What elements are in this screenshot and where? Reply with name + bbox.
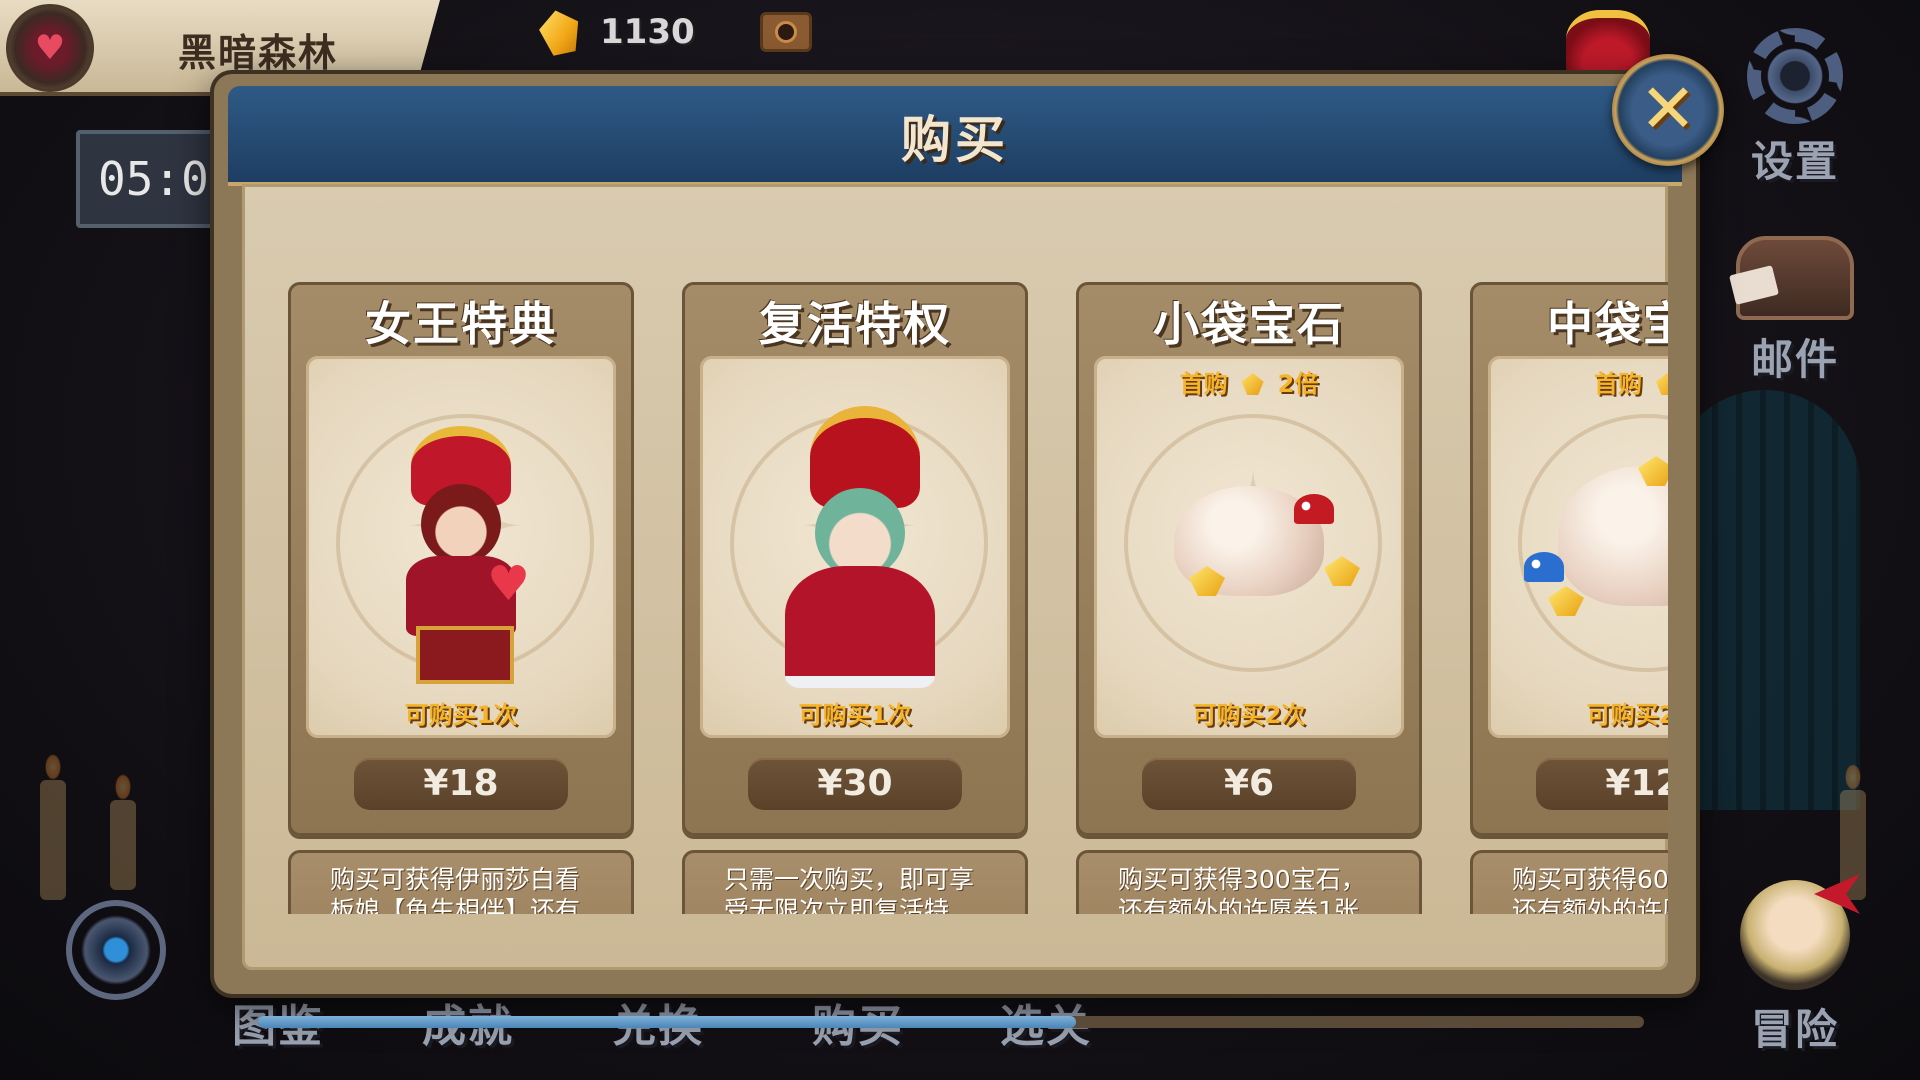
modal-title: 购买: [901, 111, 1009, 169]
card-description: 购买可获得伊丽莎白看板娘【鱼生相伴】还有额外的许愿券3张哦！: [288, 850, 634, 914]
queen-character-image: ♥: [396, 426, 530, 684]
hero-avatar: [1740, 880, 1850, 990]
adventure-label: 冒险: [1750, 1005, 1839, 1054]
location-name: 黑暗森林: [178, 31, 339, 75]
shop-modal: 购买 女王特典 ♥ 可购买1次 ¥18 购买可获得伊: [214, 74, 1696, 1028]
first-purchase-label: 首购: [1594, 370, 1642, 398]
horizontal-scrollbar[interactable]: [258, 1016, 1644, 1028]
gem-counter: 1130: [540, 10, 695, 54]
scrollbar-thumb[interactable]: [258, 1016, 1076, 1028]
mail-label: 邮件: [1750, 335, 1839, 384]
product-carousel[interactable]: 女王特典 ♥ 可购买1次 ¥18 购买可获得伊丽莎白看板娘【鱼生相伴】还有额外的…: [242, 184, 1668, 914]
buy-limit: 可购买2次: [1192, 701, 1306, 729]
card-frame: 复活特权 可购买1次 ¥30: [682, 282, 1028, 836]
price-button[interactable]: ¥6: [1142, 758, 1356, 810]
card-title: 小袋宝石: [1153, 297, 1345, 351]
settings-label: 设置: [1750, 137, 1839, 186]
first-purchase-label: 首购: [1179, 370, 1228, 398]
gear-icon: [1747, 28, 1843, 124]
heart-icon: ♥: [486, 556, 530, 612]
buy-limit: 可购买1次: [798, 701, 912, 729]
product-image: 首购 可购买2次: [1488, 356, 1668, 738]
first-purchase-badge: 首购 2倍: [1094, 364, 1404, 399]
background-candle: [110, 774, 136, 890]
mushroom-icon: [1294, 494, 1334, 524]
product-image: 可购买1次: [700, 356, 1010, 738]
mail-button[interactable]: 邮件: [1730, 236, 1860, 387]
mailbox-icon: [1736, 236, 1854, 320]
king-character-image: [785, 406, 935, 688]
first-purchase-bonus: 2倍: [1277, 370, 1319, 398]
card-frame: 中袋宝石 首购 可购买2次 ¥12: [1470, 282, 1668, 836]
product-image: ♥ 可购买1次: [306, 356, 616, 738]
card-description: 购买可获得600宝石，还有额外的许愿券2张哦！: [1470, 850, 1668, 914]
product-image: 首购 2倍 可购买2次: [1094, 356, 1404, 738]
timer: 05:00: [76, 130, 236, 228]
heart-emblem-icon: ♥: [6, 4, 94, 92]
price-button[interactable]: ¥30: [748, 758, 962, 810]
card-frame: 女王特典 ♥ 可购买1次 ¥18: [288, 282, 634, 836]
first-purchase-badge: 首购: [1488, 364, 1668, 399]
card-title: 中袋宝石: [1547, 297, 1668, 351]
gem-icon: [1241, 373, 1264, 395]
modal-body: 女王特典 ♥ 可购买1次 ¥18 购买可获得伊丽莎白看板娘【鱼生相伴】还有额外的…: [242, 184, 1668, 1028]
card-frame: 小袋宝石 首购 2倍 可购买2次 ¥6: [1076, 282, 1422, 836]
buy-limit: 可购买2次: [1586, 701, 1668, 729]
camera-icon[interactable]: [760, 12, 812, 52]
card-description: 购买可获得300宝石，还有额外的许愿券1张哦！: [1076, 850, 1422, 914]
card-description: 只需一次购买，即可享受无限次立即复活特权，是不是好棒？: [682, 850, 1028, 914]
compass-icon[interactable]: [66, 900, 166, 1000]
buy-limit: 可购买1次: [404, 701, 518, 729]
gem-icon: [1656, 373, 1668, 395]
background-candle: [40, 754, 66, 900]
card-title: 女王特典: [365, 297, 557, 351]
gem-count: 1130: [600, 12, 695, 52]
gem-icon: [536, 6, 584, 57]
modal-header: 购买: [228, 86, 1682, 186]
mushroom-icon: [1524, 552, 1564, 582]
adventure-button[interactable]: 冒险: [1730, 880, 1860, 1057]
card-title: 复活特权: [759, 297, 951, 351]
background-window: [1670, 390, 1860, 810]
price-button[interactable]: ¥12: [1536, 758, 1668, 810]
settings-button[interactable]: 设置: [1730, 28, 1860, 189]
close-icon: ✕: [1639, 70, 1697, 149]
close-button[interactable]: ✕: [1612, 54, 1724, 166]
price-button[interactable]: ¥18: [354, 758, 568, 810]
